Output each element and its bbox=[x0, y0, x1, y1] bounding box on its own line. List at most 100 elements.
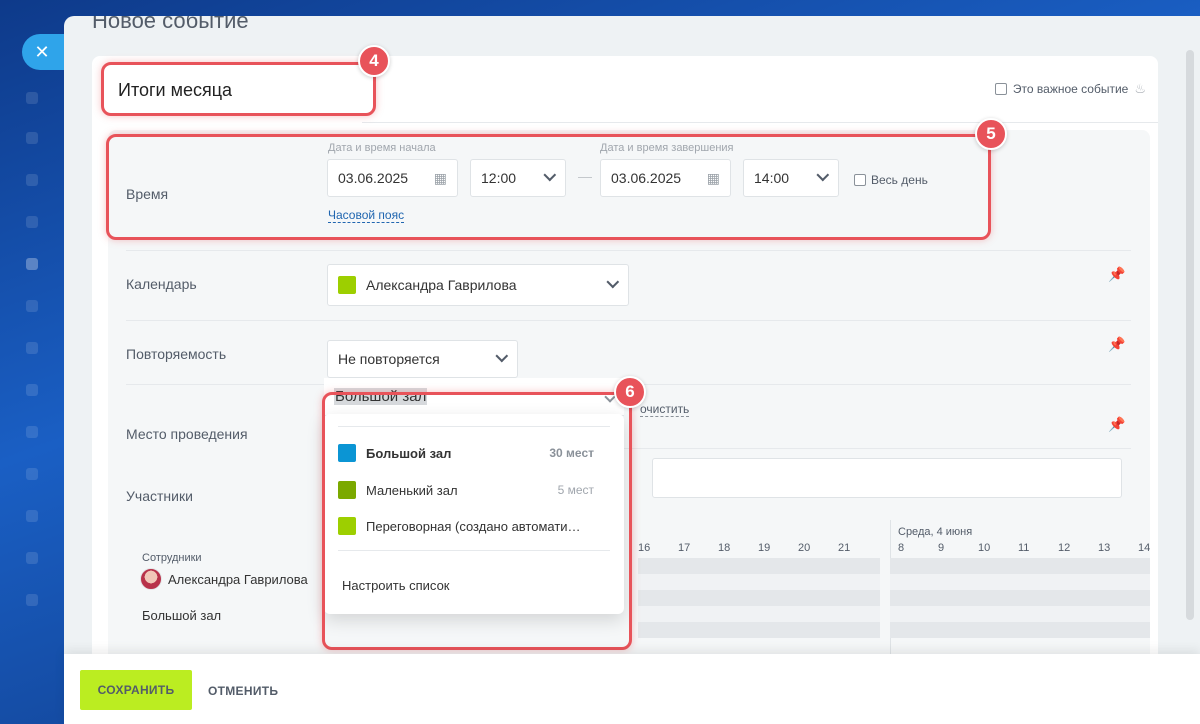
repeat-value: Не повторяется bbox=[338, 351, 440, 367]
pin-icon[interactable]: 📌 bbox=[1108, 336, 1125, 353]
start-caption: Дата и время начала bbox=[328, 142, 436, 154]
hour-label: 12 bbox=[1058, 542, 1071, 554]
important-checkbox[interactable] bbox=[994, 83, 1007, 95]
all-day-toggle[interactable]: Весь день bbox=[854, 173, 928, 187]
hour-label: 8 bbox=[898, 542, 905, 554]
sidebar-icon[interactable] bbox=[26, 510, 38, 522]
sidebar-icon[interactable] bbox=[26, 552, 38, 564]
calendar-label: Календарь bbox=[126, 276, 197, 292]
hour-label: 9 bbox=[938, 542, 945, 554]
avatar bbox=[140, 568, 162, 590]
schedule-grid-row bbox=[638, 590, 880, 606]
sidebar-icon[interactable] bbox=[26, 342, 38, 354]
event-fields: Время Дата и время начала Дата и время з… bbox=[108, 130, 1150, 696]
calendar-icon[interactable]: ▦ bbox=[434, 170, 447, 187]
location-option-name: Переговорная (создано автомати… bbox=[366, 518, 581, 534]
start-time-value: 12:00 bbox=[481, 170, 517, 186]
chevron-down-icon bbox=[543, 168, 557, 181]
close-slider-button[interactable]: ✕ bbox=[22, 34, 66, 70]
schedule-user: Александра Гаврилова bbox=[140, 568, 308, 590]
all-day-label: Весь день bbox=[871, 173, 928, 187]
hour-label: 14 bbox=[1138, 542, 1151, 554]
schedule-grid-row bbox=[890, 574, 1150, 590]
divider bbox=[126, 320, 1131, 321]
end-time-select[interactable]: 14:00 bbox=[743, 159, 839, 197]
sidebar-icon[interactable] bbox=[26, 468, 38, 480]
location-option-capacity: 5 мест bbox=[557, 483, 594, 497]
sidebar-icon[interactable] bbox=[26, 174, 38, 186]
sidebar-icon[interactable] bbox=[26, 216, 38, 228]
participants-label: Участники bbox=[126, 488, 193, 504]
location-color-swatch bbox=[338, 481, 356, 499]
location-option-name: Большой зал bbox=[366, 445, 452, 461]
schedule-grid-row bbox=[638, 574, 880, 590]
app-sidebar bbox=[0, 0, 64, 724]
schedule-grid-row bbox=[890, 558, 1150, 574]
hour-label: 17 bbox=[678, 542, 691, 554]
hour-label: 11 bbox=[1018, 542, 1030, 554]
divider bbox=[338, 426, 610, 427]
location-select[interactable]: Большой зал bbox=[324, 378, 624, 416]
page-title: Новое событие bbox=[92, 16, 249, 33]
cancel-button[interactable]: ОТМЕНИТЬ bbox=[208, 684, 278, 698]
sidebar-icon[interactable] bbox=[26, 92, 38, 104]
participants-input[interactable] bbox=[652, 458, 1122, 498]
start-date-input[interactable]: 03.06.2025 ▦ bbox=[327, 159, 458, 197]
location-option[interactable]: Переговорная (создано автомати… bbox=[338, 517, 594, 535]
location-option-capacity: 30 мест bbox=[549, 446, 594, 460]
repeat-label: Повторяемость bbox=[126, 346, 227, 362]
hour-label: 10 bbox=[978, 542, 991, 554]
time-separator: — bbox=[578, 168, 592, 184]
end-date-input[interactable]: 03.06.2025 ▦ bbox=[600, 159, 731, 197]
start-date-value: 03.06.2025 bbox=[338, 170, 409, 186]
hour-label: 20 bbox=[798, 542, 811, 554]
location-option[interactable]: Маленький зал 5 мест bbox=[338, 481, 594, 499]
repeat-select[interactable]: Не повторяется bbox=[327, 340, 518, 378]
sidebar-icon[interactable] bbox=[26, 258, 38, 270]
pin-icon[interactable]: 📌 bbox=[1108, 416, 1125, 433]
schedule-grid-row bbox=[890, 622, 1150, 638]
timezone-link[interactable]: Часовой пояс bbox=[328, 208, 405, 223]
important-event-toggle[interactable]: Это важное событие ♨ bbox=[994, 81, 1146, 97]
calendar-select[interactable]: Александра Гаврилова bbox=[327, 264, 629, 306]
location-color-swatch bbox=[338, 444, 356, 462]
end-time-value: 14:00 bbox=[754, 170, 790, 186]
time-label: Время bbox=[126, 186, 169, 202]
clear-location-link[interactable]: очистить bbox=[640, 402, 690, 417]
sidebar-icon[interactable] bbox=[26, 300, 38, 312]
scrollbar[interactable] bbox=[1186, 50, 1194, 620]
important-label: Это важное событие bbox=[1012, 82, 1129, 96]
schedule-user-name: Александра Гаврилова bbox=[168, 571, 308, 587]
close-icon: ✕ bbox=[34, 41, 50, 62]
sidebar-icon[interactable] bbox=[26, 132, 38, 144]
all-day-checkbox[interactable] bbox=[854, 174, 866, 186]
form-footer: СОХРАНИТЬ ОТМЕНИТЬ bbox=[64, 654, 1200, 724]
divider bbox=[338, 550, 610, 551]
hour-label: 19 bbox=[758, 542, 771, 554]
location-option-name: Маленький зал bbox=[366, 482, 458, 498]
schedule-grid-row bbox=[890, 606, 1150, 622]
sidebar-icon[interactable] bbox=[26, 384, 38, 396]
sidebar-icon[interactable] bbox=[26, 426, 38, 438]
chevron-down-icon bbox=[495, 349, 509, 362]
hour-label: 16 bbox=[638, 542, 651, 554]
location-dropdown: Большой зал 30 мест Маленький зал 5 мест… bbox=[324, 414, 624, 614]
calendar-color-swatch bbox=[338, 276, 356, 294]
location-label: Место проведения bbox=[126, 426, 248, 442]
start-time-select[interactable]: 12:00 bbox=[470, 159, 566, 197]
save-button[interactable]: СОХРАНИТЬ bbox=[80, 670, 192, 710]
configure-list-button[interactable]: Настроить список bbox=[342, 578, 450, 593]
end-date-value: 03.06.2025 bbox=[611, 170, 682, 186]
sidebar-icon[interactable] bbox=[26, 594, 38, 606]
chevron-down-icon bbox=[816, 168, 830, 181]
pin-icon[interactable]: 📌 bbox=[1108, 266, 1125, 283]
calendar-icon[interactable]: ▦ bbox=[707, 170, 720, 187]
chevron-down-icon bbox=[606, 275, 620, 288]
location-option[interactable]: Большой зал 30 мест bbox=[338, 444, 594, 462]
hour-label: 21 bbox=[838, 542, 851, 554]
divider bbox=[578, 448, 1131, 449]
event-name-input[interactable]: Итоги месяца bbox=[104, 68, 370, 112]
event-slider: Новое событие Итоги месяца Это важное со… bbox=[64, 16, 1200, 724]
employees-caption: Сотрудники bbox=[142, 552, 202, 564]
schedule-grid-row bbox=[890, 590, 1150, 606]
